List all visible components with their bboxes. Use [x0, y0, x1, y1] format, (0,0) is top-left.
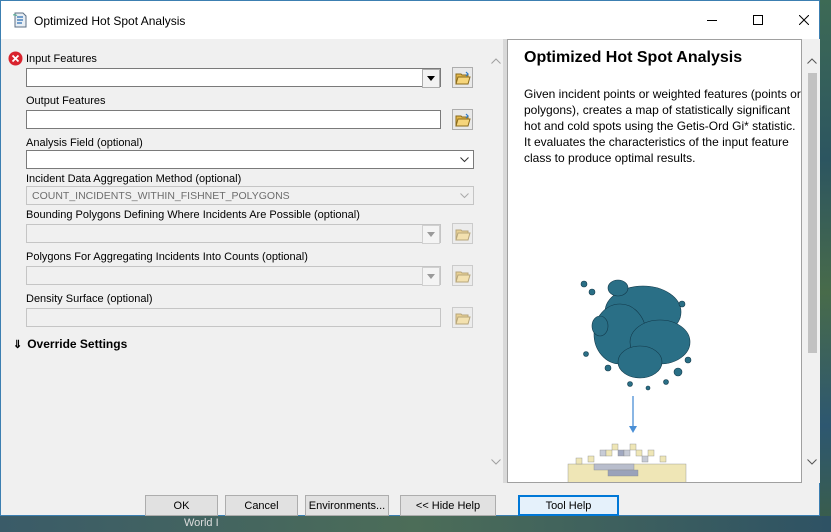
- close-button[interactable]: [781, 1, 827, 39]
- chevron-up-icon: [490, 57, 501, 64]
- environments-button[interactable]: Environments...: [305, 495, 389, 516]
- desktop-background-bottom: [0, 516, 831, 532]
- background-layer-fragment: World I: [184, 517, 219, 529]
- minimize-icon: [707, 20, 717, 21]
- maximize-icon: [753, 15, 763, 25]
- aggregating-polygons-combo[interactable]: [26, 266, 441, 286]
- bounding-polygons-combo[interactable]: [26, 224, 441, 244]
- open-folder-icon: [454, 271, 471, 282]
- aggregation-method-dropdown[interactable]: [456, 188, 472, 203]
- chevron-down-icon: [806, 458, 817, 465]
- open-folder-icon: [454, 313, 471, 324]
- density-surface-browse-button[interactable]: [452, 307, 473, 328]
- chevron-down-icon: [459, 156, 469, 162]
- aggregating-polygons-label: Polygons For Aggregating Incidents Into …: [26, 251, 308, 263]
- override-settings-label: Override Settings: [27, 337, 128, 351]
- close-icon: [799, 15, 809, 25]
- output-features-input[interactable]: [26, 110, 441, 129]
- incident-cluster-image: [580, 279, 692, 391]
- help-title: Optimized Hot Spot Analysis: [524, 49, 743, 66]
- analysis-field-dropdown[interactable]: [456, 152, 472, 167]
- double-chevron-down-icon: ⇓: [13, 339, 23, 351]
- aggregation-method-select[interactable]: COUNT_INCIDENTS_WITHIN_FISHNET_POLYGONS: [26, 186, 474, 205]
- aggregating-polygons-browse-button[interactable]: [452, 265, 473, 286]
- open-folder-icon: [454, 229, 471, 240]
- tool-help-button[interactable]: Tool Help: [518, 495, 619, 516]
- button-bar: OK Cancel Environments... << Hide Help T…: [1, 483, 819, 516]
- parameters-pane: Input Features Output Features Analysis: [5, 39, 503, 483]
- scroll-down-button[interactable]: [488, 454, 503, 469]
- aggregation-method-value: COUNT_INCIDENTS_WITHIN_FISHNET_POLYGONS: [32, 190, 290, 202]
- ok-button[interactable]: OK: [145, 495, 218, 516]
- chevron-up-icon: [806, 57, 817, 64]
- output-features-browse-button[interactable]: [452, 109, 473, 130]
- input-features-combo[interactable]: [26, 68, 441, 88]
- output-features-label: Output Features: [26, 95, 106, 107]
- script-tool-icon: [13, 12, 27, 28]
- open-folder-icon: [454, 113, 471, 126]
- dropdown-arrow-icon: [427, 274, 435, 279]
- bounding-polygons-browse-button[interactable]: [452, 223, 473, 244]
- help-scroll-thumb[interactable]: [808, 73, 817, 353]
- title-bar[interactable]: Optimized Hot Spot Analysis: [1, 1, 819, 39]
- input-features-label: Input Features: [26, 53, 97, 65]
- dropdown-arrow-icon: [427, 76, 435, 81]
- open-folder-icon: [454, 71, 471, 84]
- chevron-down-icon: [490, 458, 501, 465]
- desktop-background: [820, 0, 831, 532]
- bounding-polygons-label: Bounding Polygons Defining Where Inciden…: [26, 209, 360, 221]
- cancel-button[interactable]: Cancel: [225, 495, 298, 516]
- dialog-window: Optimized Hot Spot Analysis Input Featur…: [0, 0, 820, 516]
- chevron-down-icon: [459, 192, 469, 198]
- dropdown-arrow-icon: [427, 232, 435, 237]
- help-scrollbar[interactable]: [803, 39, 820, 483]
- help-description: Given incident points or weighted featur…: [524, 87, 801, 165]
- help-scroll-down-button[interactable]: [804, 454, 819, 469]
- help-pane: Optimized Hot Spot Analysis Given incide…: [507, 39, 802, 483]
- input-features-dropdown[interactable]: [422, 69, 440, 88]
- hotspot-grid-image: [567, 443, 687, 482]
- hide-help-button[interactable]: << Hide Help: [400, 495, 496, 516]
- analysis-field-label: Analysis Field (optional): [26, 137, 143, 149]
- input-features-browse-button[interactable]: [452, 67, 473, 88]
- density-surface-label: Density Surface (optional): [26, 293, 153, 305]
- maximize-button[interactable]: [735, 1, 781, 39]
- window-title: Optimized Hot Spot Analysis: [34, 14, 186, 28]
- error-icon: [8, 51, 23, 66]
- density-surface-input[interactable]: [26, 308, 441, 327]
- bounding-polygons-dropdown[interactable]: [422, 225, 440, 244]
- scroll-up-button[interactable]: [488, 53, 503, 68]
- analysis-field-select[interactable]: [26, 150, 474, 169]
- minimize-button[interactable]: [689, 1, 735, 39]
- arrow-head-icon: [629, 426, 637, 433]
- override-settings-toggle[interactable]: ⇓ Override Settings: [13, 337, 127, 351]
- aggregating-polygons-dropdown[interactable]: [422, 267, 440, 286]
- parameters-scrollbar[interactable]: [488, 39, 503, 483]
- help-scroll-up-button[interactable]: [804, 53, 819, 68]
- hotspot-illustration: [567, 279, 692, 482]
- aggregation-method-label: Incident Data Aggregation Method (option…: [26, 173, 242, 185]
